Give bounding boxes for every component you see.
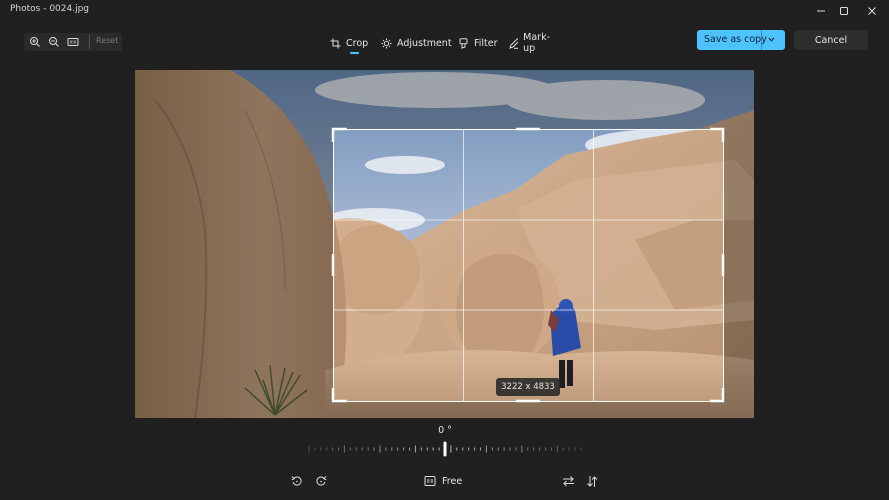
rotate-right-icon (316, 476, 327, 486)
aspect-ratio-button[interactable]: Free (424, 472, 470, 490)
rotate-left-button[interactable] (288, 472, 306, 490)
close-icon (868, 7, 876, 15)
flip-vertical-icon (587, 475, 598, 487)
actual-size-button[interactable] (65, 34, 81, 50)
close-button[interactable] (855, 0, 889, 22)
zoom-out-button[interactable] (46, 34, 62, 50)
slider-thumb[interactable] (443, 441, 447, 457)
flip-horizontal-icon (562, 476, 574, 487)
aspect-ratio-label: Free (442, 475, 463, 487)
save-as-copy-label: Save as copy (704, 34, 767, 45)
pen-icon (509, 37, 519, 49)
minimize-icon (817, 10, 825, 12)
window-title: Photos - 0024.jpg (10, 4, 90, 14)
zoom-out-icon (49, 37, 59, 47)
maximize-icon (840, 7, 848, 15)
tab-markup[interactable]: Mark-up (509, 32, 553, 54)
tab-filter[interactable]: Filter (458, 33, 498, 53)
rotation-angle-label: 0 ° (438, 425, 452, 436)
cancel-button[interactable]: Cancel (794, 30, 868, 50)
flip-horizontal-button[interactable] (559, 472, 577, 490)
brightness-icon (381, 38, 392, 48)
split-divider (761, 30, 762, 50)
chevron-down-icon[interactable] (767, 35, 776, 44)
zoom-in-icon (30, 37, 40, 47)
rotate-left-icon (291, 476, 302, 486)
zoom-in-button[interactable] (27, 34, 43, 50)
crop-icon (330, 38, 341, 48)
zoom-controls: Reset (24, 33, 122, 51)
save-as-copy-button[interactable]: Save as copy (697, 30, 785, 50)
rotate-right-button[interactable] (312, 472, 330, 490)
title-bar: Photos - 0024.jpg (0, 0, 889, 22)
aspect-ratio-icon (424, 476, 436, 486)
tab-filter-label: Filter (474, 37, 498, 49)
photo-image (135, 70, 754, 418)
actual-size-icon (67, 38, 79, 46)
rotation-slider[interactable] (306, 440, 584, 458)
active-tab-indicator (350, 52, 359, 54)
tab-adjustment[interactable]: Adjustment (381, 33, 452, 53)
crop-dimensions-badge: 3222 x 4833 (496, 378, 560, 396)
filter-icon (459, 37, 468, 49)
photo-canvas[interactable] (135, 70, 754, 418)
tab-crop[interactable]: Crop (330, 33, 369, 54)
flip-vertical-button[interactable] (583, 472, 601, 490)
tab-adjustment-label: Adjustment (397, 37, 452, 49)
reset-button[interactable]: Reset (96, 36, 118, 45)
tab-markup-label: Mark-up (523, 32, 551, 54)
toolbar-divider (89, 35, 90, 49)
tab-crop-label: Crop (346, 37, 369, 49)
